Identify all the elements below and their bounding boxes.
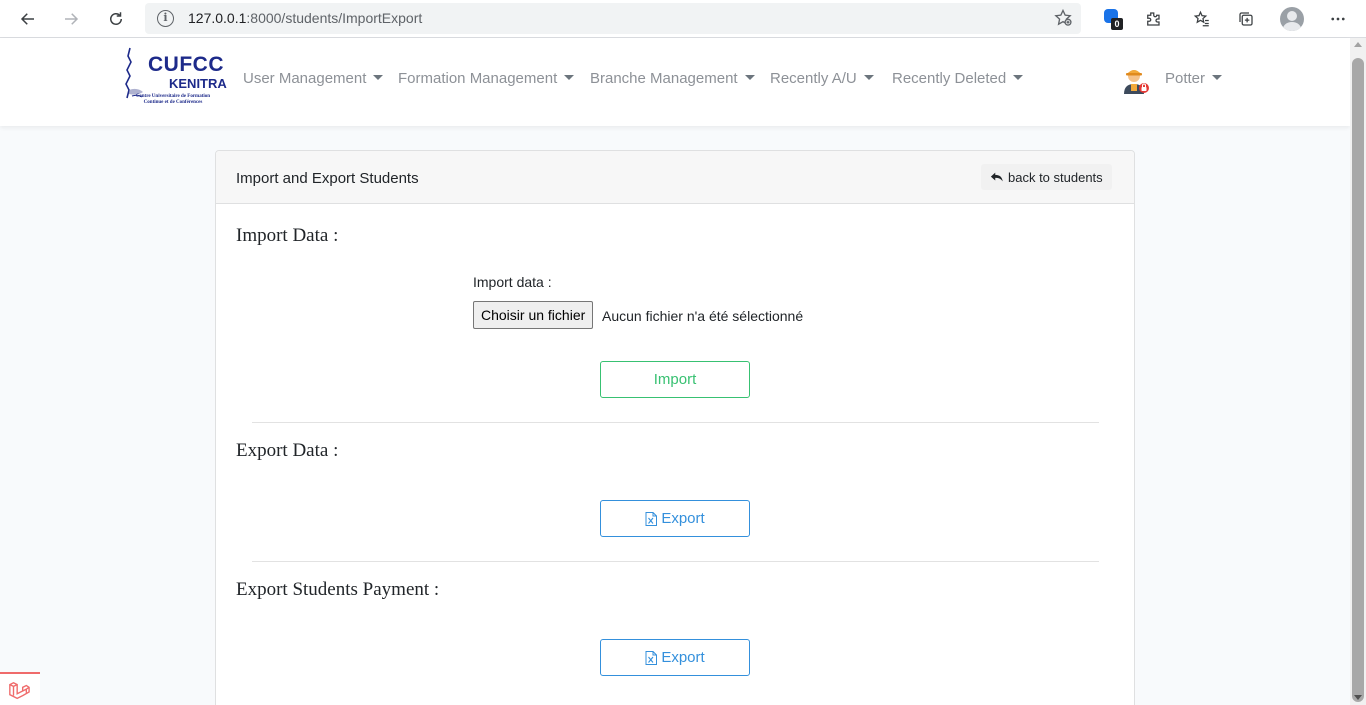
reply-icon [990,172,1003,182]
scroll-down-icon[interactable] [1354,695,1362,700]
caret-down-icon [373,75,384,80]
extensions-puzzle-icon[interactable] [1138,4,1168,34]
import-data-heading: Import Data : [236,225,339,246]
back-arrow-icon[interactable] [13,4,43,34]
back-to-students-label: back to students [1008,169,1103,185]
import-export-card: Import and Export Students back to stude… [215,150,1135,705]
profile-avatar-icon[interactable] [1280,7,1304,31]
import-data-label: Import data : [473,274,552,290]
site-info-icon[interactable]: i [157,10,174,27]
export-data-button[interactable]: Export [600,500,750,537]
back-to-students-button[interactable]: back to students [981,164,1112,190]
url-text[interactable]: 127.0.0.1:8000/students/ImportExport [188,10,422,26]
file-chooser-button[interactable]: Choisir un fichier [473,301,594,329]
laravel-icon [9,681,30,700]
page-scrollbar[interactable] [1350,38,1366,705]
app-navbar: CUFCC KENITRA Centre Universitaire de Fo… [0,38,1350,126]
browser-toolbar: i 127.0.0.1:8000/students/ImportExport 0 [0,0,1366,38]
logo-caption: Centre Universitaire de Formation Contin… [135,94,211,105]
export-payment-button[interactable]: Export [600,639,750,676]
import-button[interactable]: Import [600,361,750,398]
caret-down-icon [744,75,755,80]
nav-formation-management[interactable]: Formation Management [398,70,575,87]
user-menu[interactable]: Potter [1165,70,1223,87]
nav-recently-au[interactable]: Recently A/U [770,70,874,87]
reload-icon[interactable] [101,4,131,34]
excel-file-icon [645,650,658,665]
extension-icon[interactable]: 0 [1100,6,1126,32]
page-title: Import and Export Students [236,170,419,187]
caret-down-icon [1013,75,1024,80]
scroll-up-icon[interactable] [1354,42,1362,47]
nav-user-management[interactable]: User Management [243,70,384,87]
nav-branche-management[interactable]: Branche Management [590,70,755,87]
file-status-text: Aucun fichier n'a été sélectionné [602,308,804,324]
section-divider [252,561,1099,562]
caret-down-icon [863,75,874,80]
caret-down-icon [1212,75,1223,80]
brand-logo[interactable]: CUFCC KENITRA Centre Universitaire de Fo… [124,44,227,108]
excel-file-icon [645,511,658,526]
export-payment-heading: Export Students Payment : [236,579,440,600]
logo-subtitle: KENITRA [169,76,227,91]
logo-title: CUFCC [148,53,224,76]
extension-badge: 0 [1111,18,1123,30]
favorites-icon[interactable] [1187,4,1217,34]
scrollbar-thumb[interactable] [1352,58,1364,702]
debugbar-toggle[interactable] [0,672,40,705]
caret-down-icon [564,75,575,80]
add-favorite-icon[interactable] [1053,8,1073,28]
export-data-heading: Export Data : [236,440,339,461]
address-bar[interactable]: i 127.0.0.1:8000/students/ImportExport [145,3,1081,34]
card-header: Import and Export Students back to stude… [216,151,1134,204]
collections-icon[interactable] [1231,4,1261,34]
user-avatar-icon[interactable] [1121,65,1151,95]
more-menu-icon[interactable] [1323,4,1353,34]
nav-recently-deleted[interactable]: Recently Deleted [892,70,1024,87]
section-divider [252,422,1099,423]
forward-arrow-icon[interactable] [56,4,86,34]
